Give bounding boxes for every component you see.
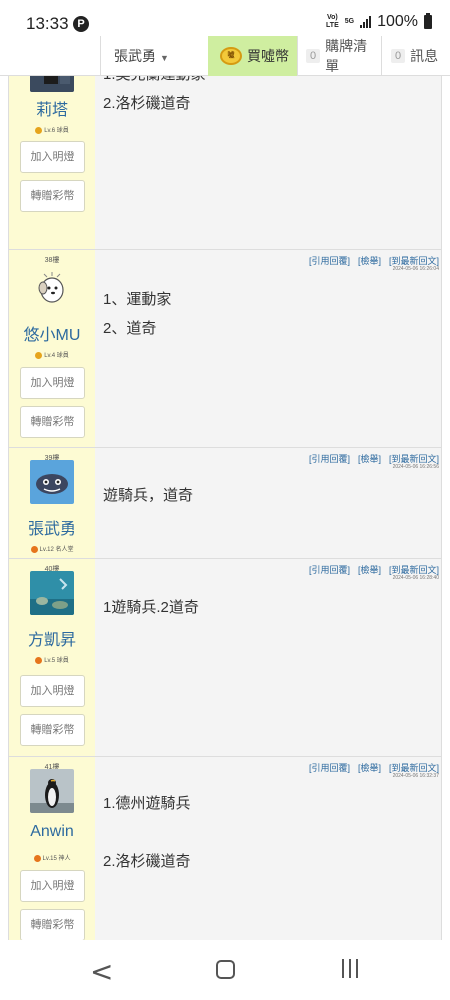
gift-coin-button[interactable]: 轉贈彩幣 <box>20 714 85 746</box>
reply-line: 1.奧克蘭運動家 <box>103 76 206 84</box>
gift-coin-button[interactable]: 轉贈彩幣 <box>20 180 85 212</box>
author-name[interactable]: 悠小MU <box>9 321 95 345</box>
quote-reply-link[interactable]: [引用回覆] <box>309 763 350 773</box>
author-level: Lv.5 球員 <box>9 655 95 664</box>
reply-line: 1遊騎兵.2道奇 <box>103 599 199 616</box>
reply-line: 遊騎兵，道奇 <box>103 487 194 504</box>
messages-button[interactable]: 0 訊息 <box>381 36 450 76</box>
floor-number: 38樓 <box>44 257 60 264</box>
reply-post: 41樓 Anwin Lv.15 神人 加入明燈 轉贈彩幣 [引用回覆] [檢舉] [… <box>9 757 441 940</box>
author-level: Lv.15 神人 <box>9 853 95 862</box>
network-type-icon: 5G <box>344 18 355 25</box>
post-timestamp: 2024-05-06 16:28:40 <box>392 575 439 581</box>
post-timestamp: 2024-05-06 16:26:56 <box>392 464 439 470</box>
caret-down-icon: ▼ <box>160 53 169 63</box>
purchase-list-label: 購牌清單 <box>325 38 368 74</box>
author-name[interactable]: Anwin <box>9 823 95 841</box>
add-favorite-button[interactable]: 加入明燈 <box>20 675 85 707</box>
author-name[interactable]: 莉塔 <box>9 96 95 120</box>
gift-coin-button[interactable]: 轉贈彩幣 <box>20 909 85 940</box>
latest-reply-link[interactable]: [到最新回文] <box>389 565 439 575</box>
reply-post: 39樓 張武勇 Lv.12 名人堂 [引用回覆] [檢舉] [到最新回文] 2024… <box>9 448 441 559</box>
signal-icon <box>360 16 372 28</box>
recent-apps-icon[interactable] <box>342 959 358 978</box>
buy-coin-label: 買噓幣 <box>247 48 289 64</box>
status-time: 13:33 <box>26 14 69 33</box>
level-badge-icon <box>35 126 43 134</box>
messages-label: 訊息 <box>410 48 439 64</box>
level-badge-icon <box>35 656 43 664</box>
report-link[interactable]: [檢舉] <box>358 256 381 266</box>
volte-icon: Vo) LTE <box>326 14 339 29</box>
report-link[interactable]: [檢舉] <box>358 454 381 464</box>
report-link[interactable]: [檢舉] <box>358 565 381 575</box>
battery-icon <box>424 13 432 29</box>
messages-count: 0 <box>391 49 406 63</box>
quote-reply-link[interactable]: [引用回覆] <box>309 256 350 266</box>
purchase-list-count: 0 <box>306 49 321 63</box>
quote-reply-link[interactable]: [引用回覆] <box>309 565 350 575</box>
author-panel: 39樓 張武勇 Lv.12 名人堂 <box>9 448 95 558</box>
level-badge-icon <box>35 351 43 359</box>
author-level: Lv.12 名人堂 <box>9 544 95 553</box>
avatar[interactable] <box>30 769 74 813</box>
system-nav-bar: < <box>0 940 450 1000</box>
parking-notification-icon: P <box>73 16 89 32</box>
reply-line: 2.洛杉磯道奇 <box>103 853 191 870</box>
gift-coin-button[interactable]: 轉贈彩幣 <box>20 406 85 438</box>
back-icon[interactable]: < <box>90 955 113 988</box>
reply-line: 2、道奇 <box>103 320 157 337</box>
latest-reply-link[interactable]: [到最新回文] <box>389 454 439 464</box>
level-badge-icon <box>30 545 38 553</box>
reply-post: 莉塔 Lv.6 球員 加入明燈 轉贈彩幣 1.奧克蘭運動家 2.洛杉磯道奇 <box>9 76 441 250</box>
level-badge-icon <box>33 854 41 862</box>
post-timestamp: 2024-05-06 16:26:04 <box>392 266 439 272</box>
report-link[interactable]: [檢舉] <box>358 763 381 773</box>
post-timestamp: 2024-05-06 16:32:37 <box>392 773 439 779</box>
reply-line: 1.德州遊騎兵 <box>103 795 191 812</box>
author-panel: 莉塔 Lv.6 球員 加入明燈 轉贈彩幣 <box>9 76 95 249</box>
author-panel: 41樓 Anwin Lv.15 神人 加入明燈 轉贈彩幣 <box>9 757 95 940</box>
battery-percent: 100% <box>377 13 418 30</box>
purchase-list-button[interactable]: 0 購牌清單 <box>297 36 381 76</box>
avatar[interactable] <box>30 76 74 92</box>
quote-reply-link[interactable]: [引用回覆] <box>309 454 350 464</box>
author-level: Lv.6 球員 <box>9 125 95 134</box>
author-name[interactable]: 方凱昇 <box>9 626 95 650</box>
home-icon[interactable] <box>216 960 235 979</box>
author-panel: 40樓 方凱昇 Lv.5 球員 加入明燈 轉贈彩幣 <box>9 559 95 756</box>
avatar[interactable] <box>30 460 74 504</box>
user-menu-dropdown[interactable]: 張武勇 ▼ <box>100 36 208 76</box>
reply-line: 2.洛杉磯道奇 <box>103 95 191 112</box>
add-favorite-button[interactable]: 加入明燈 <box>20 870 85 902</box>
add-favorite-button[interactable]: 加入明燈 <box>20 367 85 399</box>
latest-reply-link[interactable]: [到最新回文] <box>389 256 439 266</box>
add-favorite-button[interactable]: 加入明燈 <box>20 141 85 173</box>
buy-coin-button[interactable]: 噓 買噓幣 <box>208 36 297 76</box>
author-name[interactable]: 張武勇 <box>9 515 95 539</box>
status-icons: Vo) LTE 5G 100% <box>326 13 432 31</box>
reply-list: 莉塔 Lv.6 球員 加入明燈 轉贈彩幣 1.奧克蘭運動家 2.洛杉磯道奇 38… <box>8 76 442 940</box>
top-nav: 張武勇 ▼ 噓 買噓幣 0 購牌清單 0 訊息 <box>0 36 450 76</box>
avatar[interactable] <box>30 266 74 310</box>
author-level: Lv.4 球員 <box>9 350 95 359</box>
author-panel: 38樓 悠小MU Lv.4 球員 加入明燈 轉贈彩幣 <box>9 250 95 447</box>
coin-icon: 噓 <box>220 47 242 65</box>
avatar[interactable] <box>30 571 74 615</box>
latest-reply-link[interactable]: [到最新回文] <box>389 763 439 773</box>
reply-post: 40樓 方凱昇 Lv.5 球員 加入明燈 轉贈彩幣 [引用回覆] [檢舉] [到最新… <box>9 559 441 757</box>
user-name: 張武勇 <box>114 48 156 64</box>
reply-line: 1、運動家 <box>103 291 172 308</box>
reply-post: 38樓 悠小MU Lv.4 球員 加入明燈 轉贈彩幣 [引用回覆] [檢舉] [到最… <box>9 250 441 448</box>
